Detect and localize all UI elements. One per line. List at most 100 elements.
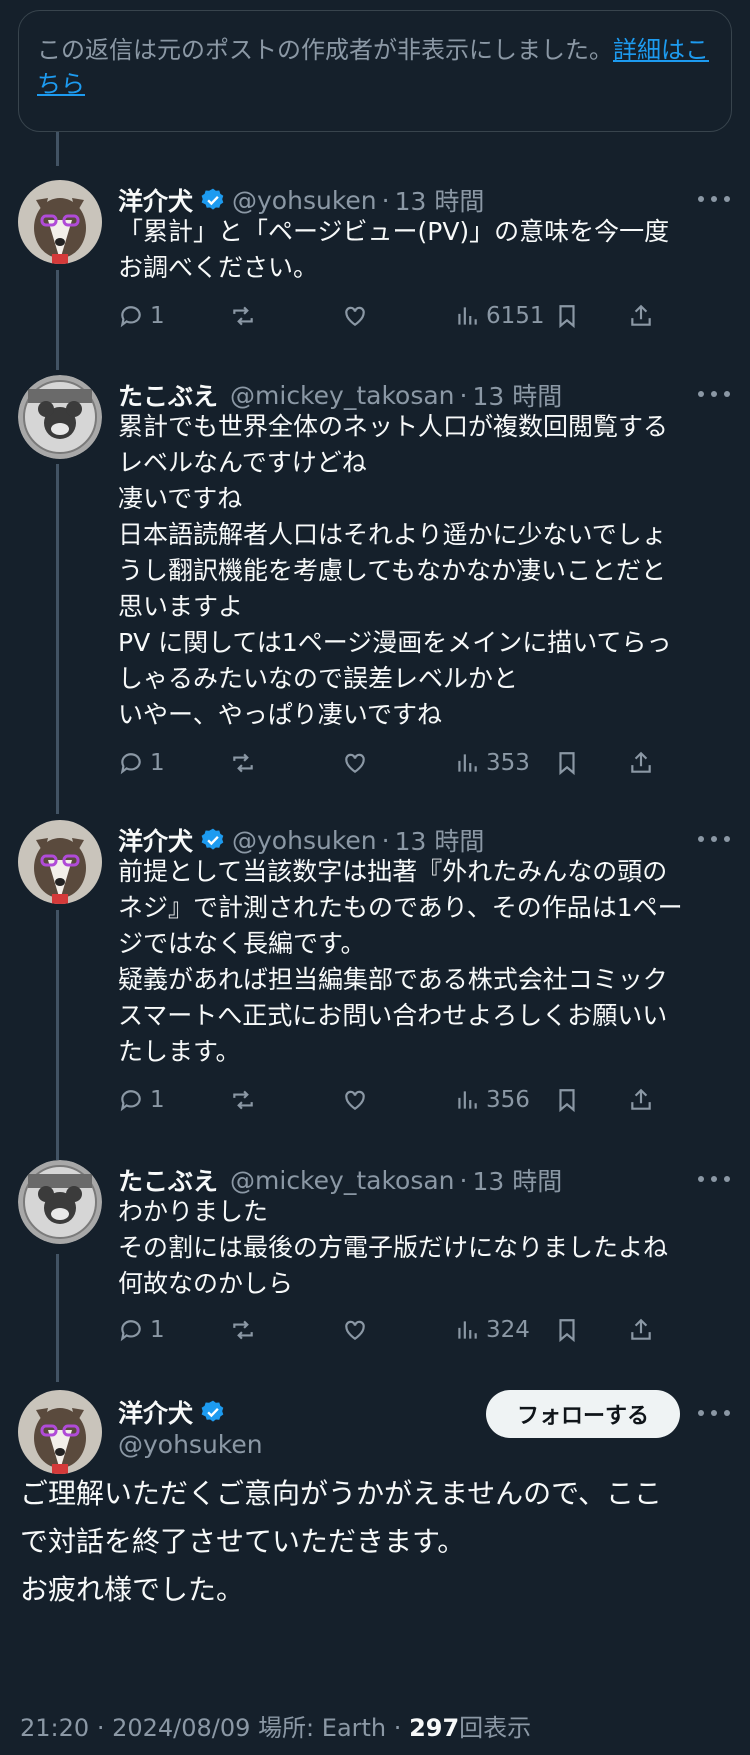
more-icon[interactable]	[698, 1164, 730, 1194]
action-bar: 1 356	[118, 1082, 730, 1118]
reply-icon	[120, 1090, 141, 1112]
hidden-reply-notice: この返信は元のポストの作成者が非表示にしました。詳細はこちら	[18, 10, 732, 132]
more-icon[interactable]	[698, 379, 730, 409]
like-button[interactable]	[342, 1082, 368, 1118]
post-text-line: ジではなく長編です。	[118, 929, 366, 958]
repost-icon	[233, 753, 253, 773]
display-name[interactable]: 洋介犬	[118, 182, 193, 218]
post-text-line: いやー、やっぱり凄いですね	[118, 700, 443, 729]
post-text-line: レベルなんですけどね	[118, 448, 367, 477]
avatar[interactable]	[18, 1160, 102, 1244]
post-date[interactable]: 2024/08/09	[112, 1714, 250, 1742]
verified-badge-icon	[201, 1400, 224, 1422]
separator: ·	[459, 1165, 468, 1195]
separator: ·	[459, 380, 468, 410]
post-text-line: わかりました	[118, 1197, 269, 1226]
reply-icon	[120, 306, 141, 328]
views-icon	[458, 307, 477, 325]
repost-button[interactable]	[230, 1312, 256, 1348]
separator: ·	[96, 1714, 105, 1742]
handle[interactable]: @yohsuken	[118, 1430, 263, 1459]
reply-count: 1	[150, 303, 165, 329]
more-icon[interactable]	[698, 184, 730, 214]
thread-line	[56, 132, 59, 166]
avatar[interactable]	[18, 375, 102, 459]
post-text-line: で対話を終了させていただきます。	[20, 1525, 466, 1558]
post-text-line: 疑義があれば担当編集部である株式会社コミック	[118, 965, 668, 994]
display-name[interactable]: たこぶえ	[118, 377, 218, 413]
bookmark-icon	[559, 305, 575, 329]
bookmark-button[interactable]	[554, 298, 580, 334]
repost-icon	[233, 1090, 253, 1110]
thread-line	[56, 1254, 59, 1382]
like-icon	[345, 306, 365, 326]
share-button[interactable]	[628, 298, 654, 334]
share-button[interactable]	[628, 1082, 654, 1118]
like-button[interactable]	[342, 745, 368, 781]
repost-button[interactable]	[230, 298, 256, 334]
repost-button[interactable]	[230, 745, 256, 781]
post-text-line: 累計でも世界全体のネット人口が複数回閲覧する	[118, 412, 669, 441]
avatar[interactable]	[18, 180, 102, 264]
location: 場所: Earth	[258, 1714, 387, 1742]
post-text-line: その割には最後の方電子版だけになりましたよね	[118, 1233, 669, 1262]
views-button[interactable]: 353	[454, 745, 530, 781]
avatar[interactable]	[18, 1390, 102, 1474]
views-label: 回表示	[459, 1714, 532, 1742]
separator: ·	[393, 1714, 402, 1742]
like-icon	[345, 753, 365, 773]
repost-button[interactable]	[230, 1082, 256, 1118]
bookmark-button[interactable]	[554, 1312, 580, 1348]
timestamp[interactable]: 13 時間	[395, 182, 485, 218]
timestamp[interactable]: 13 時間	[395, 822, 485, 858]
repost-icon	[233, 1320, 253, 1340]
verified-badge-icon	[201, 828, 224, 850]
bookmark-button[interactable]	[554, 1082, 580, 1118]
views-button[interactable]: 324	[454, 1312, 530, 1348]
reply-button[interactable]: 1	[118, 1082, 165, 1118]
views-icon	[458, 1091, 477, 1109]
handle[interactable]: @yohsuken	[232, 826, 377, 855]
timestamp[interactable]: 13 時間	[472, 1162, 562, 1198]
more-icon[interactable]	[698, 824, 730, 854]
post-text-line: たします。	[118, 1037, 241, 1066]
reply-button[interactable]: 1	[118, 298, 165, 334]
like-button[interactable]	[342, 298, 368, 334]
reply-button[interactable]: 1	[118, 745, 165, 781]
bookmark-button[interactable]	[554, 745, 580, 781]
handle[interactable]: @mickey_takosan	[230, 1166, 455, 1195]
share-button[interactable]	[628, 1312, 654, 1348]
share-icon	[631, 751, 651, 773]
like-icon	[345, 1090, 365, 1110]
post-text-line: PV に関しては1ページ漫画をメインに描いてらっ	[118, 628, 672, 657]
views-icon	[458, 754, 477, 772]
avatar[interactable]	[18, 820, 102, 904]
action-bar: 1 324	[118, 1312, 730, 1348]
more-icon[interactable]	[698, 1398, 730, 1428]
post-text-line: 凄いですね	[118, 484, 243, 513]
display-name[interactable]: 洋介犬	[118, 822, 193, 858]
post-text: わかりました その割には最後の方電子版だけになりましたよね 何故なのかしら	[118, 1194, 718, 1302]
bookmark-icon	[559, 1319, 575, 1343]
timestamp[interactable]: 13 時間	[472, 377, 562, 413]
views-button[interactable]: 356	[454, 1082, 530, 1118]
follow-button[interactable]: フォローする	[486, 1390, 680, 1438]
display-name[interactable]: たこぶえ	[118, 1162, 218, 1198]
reply-count: 1	[150, 1087, 165, 1113]
handle[interactable]: @yohsuken	[232, 186, 377, 215]
like-icon	[345, 1320, 365, 1340]
post-time[interactable]: 21:20	[20, 1714, 89, 1742]
views-button[interactable]: 6151	[454, 298, 545, 334]
view-count: 356	[486, 1087, 530, 1113]
like-button[interactable]	[342, 1312, 368, 1348]
display-name[interactable]: 洋介犬	[118, 1394, 193, 1430]
reply-icon	[120, 753, 141, 775]
reply-icon	[120, 1320, 141, 1342]
thread-line	[56, 910, 59, 1160]
action-bar: 1 6151	[118, 298, 730, 334]
view-count: 353	[486, 750, 530, 776]
reply-button[interactable]: 1	[118, 1312, 165, 1348]
handle[interactable]: @mickey_takosan	[230, 381, 455, 410]
post-text-line: 日本語読解者人口はそれより遥かに少ないでしょ	[118, 520, 667, 549]
share-button[interactable]	[628, 745, 654, 781]
